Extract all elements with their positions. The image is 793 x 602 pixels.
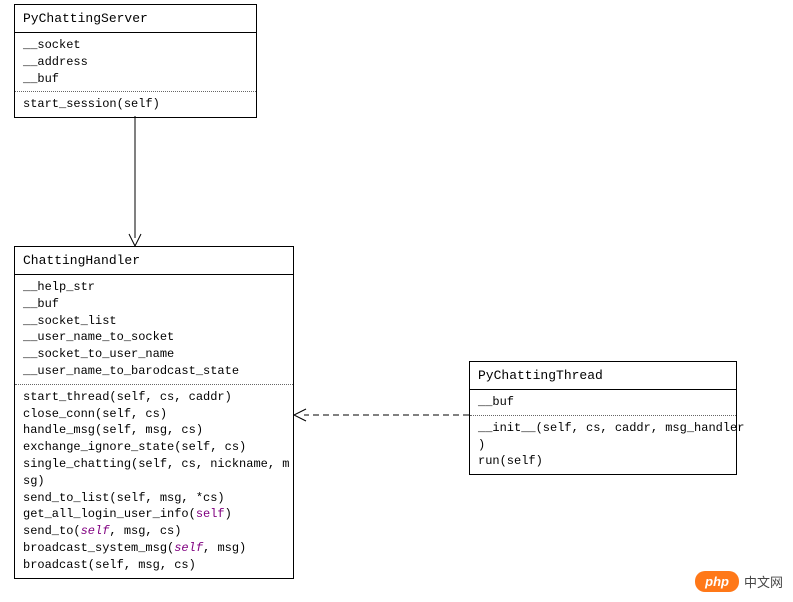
method: get_all_login_user_info(self) xyxy=(23,506,285,523)
attr: __help_str xyxy=(23,279,285,296)
attr: __socket xyxy=(23,37,248,54)
method: sg) xyxy=(23,473,285,490)
method: broadcast(self, msg, cs) xyxy=(23,557,285,574)
attr: __socket_to_user_name xyxy=(23,346,285,363)
methods-handler: start_thread(self, cs, caddr) close_conn… xyxy=(15,385,293,578)
method: close_conn(self, cs) xyxy=(23,406,285,423)
self-kw: self xyxy=(196,507,225,521)
watermark: php 中文网 xyxy=(695,571,783,592)
t: broadcast_system_msg( xyxy=(23,541,174,555)
attrs-handler: __help_str __buf __socket_list __user_na… xyxy=(15,275,293,385)
self-kw: self xyxy=(81,524,110,538)
t: , msg, cs) xyxy=(109,524,181,538)
method: broadcast_system_msg(self, msg) xyxy=(23,540,285,557)
method: handle_msg(self, msg, cs) xyxy=(23,422,285,439)
t: , msg) xyxy=(203,541,246,555)
class-pychattingserver: PyChattingServer __socket __address __bu… xyxy=(14,4,257,118)
attr: __buf xyxy=(23,71,248,88)
method: start_session(self) xyxy=(23,96,248,113)
methods-server: start_session(self) xyxy=(15,92,256,117)
self-kw: self xyxy=(174,541,203,555)
methods-thread: __init__(self, cs, caddr, msg_handler ) … xyxy=(470,416,736,474)
attrs-server: __socket __address __buf xyxy=(15,33,256,92)
class-pychattingthread: PyChattingThread __buf __init__(self, cs… xyxy=(469,361,737,475)
classname-thread: PyChattingThread xyxy=(470,362,736,390)
watermark-logo: php xyxy=(695,571,739,592)
attr: __user_name_to_barodcast_state xyxy=(23,363,285,380)
method: start_thread(self, cs, caddr) xyxy=(23,389,285,406)
method: ) xyxy=(478,437,728,454)
method: send_to_list(self, msg, *cs) xyxy=(23,490,285,507)
attr: __address xyxy=(23,54,248,71)
method: run(self) xyxy=(478,453,728,470)
method: exchange_ignore_state(self, cs) xyxy=(23,439,285,456)
method: __init__(self, cs, caddr, msg_handler xyxy=(478,420,728,437)
attr: __user_name_to_socket xyxy=(23,329,285,346)
t: send_to( xyxy=(23,524,81,538)
classname-handler: ChattingHandler xyxy=(15,247,293,275)
t: get_all_login_user_info( xyxy=(23,507,196,521)
classname-server: PyChattingServer xyxy=(15,5,256,33)
watermark-text: 中文网 xyxy=(744,572,783,591)
class-chattinghandler: ChattingHandler __help_str __buf __socke… xyxy=(14,246,294,579)
attrs-thread: __buf xyxy=(470,390,736,416)
attr: __socket_list xyxy=(23,313,285,330)
method: send_to(self, msg, cs) xyxy=(23,523,285,540)
t: ) xyxy=(225,507,232,521)
attr: __buf xyxy=(23,296,285,313)
attr: __buf xyxy=(478,394,728,411)
method: single_chatting(self, cs, nickname, m xyxy=(23,456,285,473)
